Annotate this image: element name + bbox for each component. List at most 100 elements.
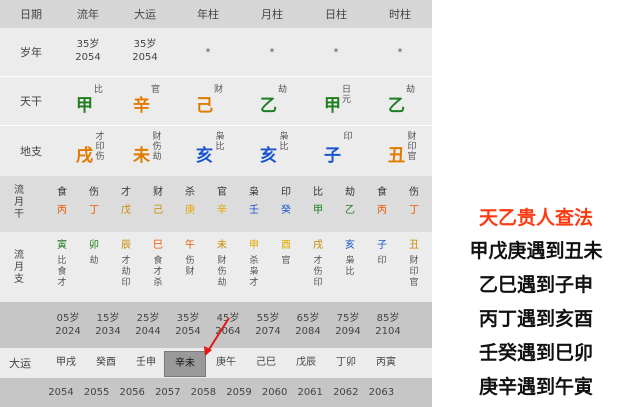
liunian-year-item[interactable]: 2054 <box>46 382 76 404</box>
col-header-month-pillar: 月柱 <box>261 8 283 21</box>
dayun-item[interactable]: 庚午 <box>204 351 248 375</box>
liunian-year-item[interactable]: 2061 <box>295 382 325 404</box>
dayun-item[interactable]: 壬申 <box>124 351 168 375</box>
liuyue-gan-shishen: 食 <box>377 187 387 198</box>
liunian-age-year: 2054 <box>75 52 101 63</box>
col-header-year-pillar: 年柱 <box>197 8 219 21</box>
liuyue-gan-shishen: 才 <box>121 187 131 198</box>
dizhi-canggan: 才印伤 <box>95 132 105 162</box>
dayun-age-year: 2054 <box>175 326 201 337</box>
hour-pillar-star: * <box>397 46 403 58</box>
liunian-year-item[interactable]: 2060 <box>260 382 290 404</box>
dizhi-canggan: 枭比 <box>215 132 225 152</box>
liunian-year-item[interactable]: 2055 <box>82 382 112 404</box>
liuyue-zhi-char: 戌 <box>313 240 323 251</box>
liuyue-zhi-canggan: 官 <box>281 256 291 266</box>
bazi-chart: 日期 流年 大运 年柱 月柱 日柱 时柱 岁年 35岁 2054 35岁 205… <box>0 0 432 407</box>
dizhi-canggan: 枭比 <box>279 132 289 152</box>
liuyue-zhi-char: 巳 <box>153 240 163 251</box>
liuyue-zhi-canggan: 劫 <box>89 256 99 266</box>
liunian-year-item[interactable]: 2062 <box>331 382 361 404</box>
dayun-age-years: 35岁 <box>176 313 200 324</box>
liunian-year-item[interactable]: 2058 <box>188 382 218 404</box>
tiangan-shishen: 劫 <box>278 85 288 95</box>
header-date-label: 日期 <box>20 8 42 21</box>
dayun-item[interactable]: 戊辰 <box>284 351 328 375</box>
dayun-age-cell: 75岁 2094 <box>326 312 370 338</box>
dayun-item[interactable]: 丁卯 <box>324 351 368 375</box>
tiangan-char: 己 <box>196 96 213 116</box>
tiangan-char: 甲 <box>324 96 341 116</box>
liuyue-zhi-char: 寅 <box>57 240 67 251</box>
dayun-item[interactable]: 甲戌 <box>44 351 88 375</box>
liunian-age: 35岁 2054 <box>62 28 114 76</box>
liuyue-gan-char: 丁 <box>89 205 99 216</box>
liuyue-gan-shishen: 印 <box>281 187 291 198</box>
age-row-label: 岁年 <box>20 46 42 59</box>
dayun-label: 大运 <box>9 357 31 370</box>
dayun-age-years: 75岁 <box>336 313 360 324</box>
years-row: 2054 2055 2056 2057 2058 2059 2060 2061 2062 2063 <box>0 378 432 407</box>
dizhi-label: 地支 <box>20 145 42 158</box>
liuyue-gan-char: 壬 <box>249 205 259 216</box>
dayun-age-years: 45岁 <box>216 313 240 324</box>
dayun-age-year: 2054 <box>132 52 158 63</box>
liunian-year-item[interactable]: 2059 <box>224 382 254 404</box>
liuyue-gan-shishen: 食 <box>57 187 67 198</box>
liuyue-zhi-canggan: 印 <box>377 256 387 266</box>
dizhi-char: 亥 <box>196 146 213 166</box>
liuyue-gan-char: 丁 <box>409 205 419 216</box>
dayun-age-cell: 45岁 2064 <box>206 312 250 338</box>
dizhi-char: 未 <box>133 146 150 166</box>
tiangan-char: 乙 <box>388 96 405 116</box>
liuyue-gan-char: 戊 <box>121 205 131 216</box>
col-header-day-pillar: 日柱 <box>325 8 347 21</box>
liuyue-gan-shishen: 财 <box>153 187 163 198</box>
tiangan-shishen: 劫 <box>406 85 416 95</box>
liuyue-zhi-char: 亥 <box>345 240 355 251</box>
liuyue-gan-shishen: 官 <box>217 187 227 198</box>
dayun-age-years: 15岁 <box>96 313 120 324</box>
dayun-age-year: 2094 <box>335 326 361 337</box>
rule-line-4: 壬癸遇到巳卯 <box>478 342 593 364</box>
tiangan-label: 天干 <box>20 95 42 108</box>
liuyue-zhi-canggan: 伤财 <box>185 256 195 277</box>
liuyue-gan-shishen: 劫 <box>345 187 355 198</box>
liuyue-zhi-canggan: 枭比 <box>345 256 355 277</box>
dizhi-char: 戌 <box>76 146 93 166</box>
dizhi-char: 亥 <box>260 146 277 166</box>
dayun-item[interactable]: 己巳 <box>244 351 288 375</box>
liuyue-gan-char: 丙 <box>377 205 387 216</box>
liunian-year-item[interactable]: 2057 <box>153 382 183 404</box>
rules-title: 天乙贵人查法 <box>478 207 593 229</box>
age-row: 岁年 35岁 2054 35岁 2054 * * * * <box>0 28 432 76</box>
dayun-row: 大运 甲戌 癸酉 壬申 辛未 庚午 己巳 戊辰 丁卯 丙寅 <box>0 348 432 378</box>
dayun-age-cell: 85岁 2104 <box>366 312 410 338</box>
liuyue-gan-char: 己 <box>153 205 163 216</box>
dayun-age-cell: 15岁 2034 <box>86 312 130 338</box>
liuyue-zhi-canggan: 才劫印 <box>121 256 131 288</box>
dayun-age-cell: 25岁 2044 <box>126 312 170 338</box>
month-pillar-star: * <box>269 46 275 58</box>
dayun-age-years: 65岁 <box>296 313 320 324</box>
nobleman-rules-panel: 天乙贵人查法 甲戊庚遇到丑未 乙巳遇到子申 丙丁遇到亥酉 壬癸遇到巳卯 庚辛遇到… <box>432 0 640 407</box>
dayun-item[interactable]: 丙寅 <box>364 351 408 375</box>
dayun-age-year: 2104 <box>375 326 401 337</box>
dayun-item-selected[interactable]: 辛未 <box>164 351 206 377</box>
liuyue-gan-shishen: 枭 <box>249 187 259 198</box>
tiangan-shishen: 日元 <box>342 85 352 105</box>
liuyue-gan-char: 癸 <box>281 205 291 216</box>
liunian-year-item[interactable]: 2056 <box>117 382 147 404</box>
liuyue-gan-char: 庚 <box>185 205 195 216</box>
liuyue-zhi-char: 丑 <box>409 240 419 251</box>
day-pillar-star: * <box>333 46 339 58</box>
dayun-age-year: 2074 <box>255 326 281 337</box>
rule-line-5: 庚辛遇到午寅 <box>478 376 593 398</box>
liunian-year-item[interactable]: 2063 <box>366 382 396 404</box>
liuyue-zhi-label: 流月支 <box>14 250 24 285</box>
dayun-item[interactable]: 癸酉 <box>84 351 128 375</box>
dayun-age-year: 2024 <box>55 326 81 337</box>
dayun-age-cell: 65岁 2084 <box>286 312 330 338</box>
liuyue-gan-shishen: 杀 <box>185 187 195 198</box>
dayun-age-years: 35岁 <box>133 39 157 50</box>
